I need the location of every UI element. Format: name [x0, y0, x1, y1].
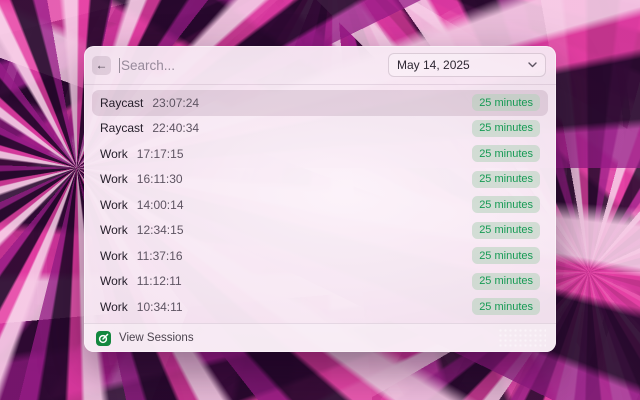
session-time: 12:34:15 [137, 223, 184, 237]
chevron-down-icon [528, 62, 537, 68]
session-name: Raycast [100, 121, 143, 135]
session-duration-badge: 25 minutes [472, 171, 540, 188]
session-time: 11:12:11 [137, 274, 182, 288]
session-time: 23:07:24 [152, 96, 199, 110]
date-filter-dropdown[interactable]: May 14, 2025 [388, 53, 546, 77]
session-time: 22:40:34 [152, 121, 199, 135]
session-time: 10:34:11 [137, 300, 183, 314]
session-name: Work [100, 300, 128, 314]
session-duration-badge: 25 minutes [472, 94, 540, 111]
search-input[interactable] [120, 58, 388, 73]
session-list: Raycast 23:07:24 25 minutes Raycast 22:4… [84, 85, 556, 320]
session-row[interactable]: Raycast 22:40:34 25 minutes [92, 116, 548, 142]
session-name: Work [100, 249, 128, 263]
timer-app-icon [96, 331, 111, 346]
session-time: 14:00:14 [137, 198, 184, 212]
arrow-left-icon: ← [96, 59, 108, 71]
session-row[interactable]: Work 16:11:30 25 minutes [92, 167, 548, 193]
session-row[interactable]: Work 11:12:11 25 minutes [92, 269, 548, 295]
session-row[interactable]: Work 10:34:11 25 minutes [92, 294, 548, 320]
session-time: 17:17:15 [137, 147, 184, 161]
session-name: Work [100, 198, 128, 212]
session-duration-badge: 25 minutes [472, 196, 540, 213]
session-duration-badge: 25 minutes [472, 222, 540, 239]
session-row[interactable]: Work 14:00:14 25 minutes [92, 192, 548, 218]
session-name: Work [100, 172, 128, 186]
session-name: Work [100, 274, 128, 288]
session-duration-badge: 25 minutes [472, 120, 540, 137]
session-name: Work [100, 147, 128, 161]
session-name: Work [100, 223, 128, 237]
session-row[interactable]: Work 12:34:15 25 minutes [92, 218, 548, 244]
view-sessions-action[interactable]: View Sessions [119, 332, 194, 344]
dotted-texture [498, 328, 546, 348]
session-row[interactable]: Work 17:17:15 25 minutes [92, 141, 548, 167]
session-tracker-window: ← May 14, 2025 Raycast 23:07:24 25 minut… [84, 46, 556, 352]
footer-bar: View Sessions [84, 323, 556, 352]
session-time: 16:11:30 [137, 172, 183, 186]
header-bar: ← May 14, 2025 [84, 46, 556, 85]
date-filter-value: May 14, 2025 [397, 58, 470, 72]
session-row[interactable]: Raycast 23:07:24 25 minutes [92, 90, 548, 116]
session-name: Raycast [100, 96, 143, 110]
session-duration-badge: 25 minutes [472, 273, 540, 290]
back-button[interactable]: ← [92, 56, 111, 75]
session-duration-badge: 25 minutes [472, 298, 540, 315]
session-duration-badge: 25 minutes [472, 247, 540, 264]
session-time: 11:37:16 [137, 249, 183, 263]
session-row[interactable]: Work 11:37:16 25 minutes [92, 243, 548, 269]
session-duration-badge: 25 minutes [472, 145, 540, 162]
